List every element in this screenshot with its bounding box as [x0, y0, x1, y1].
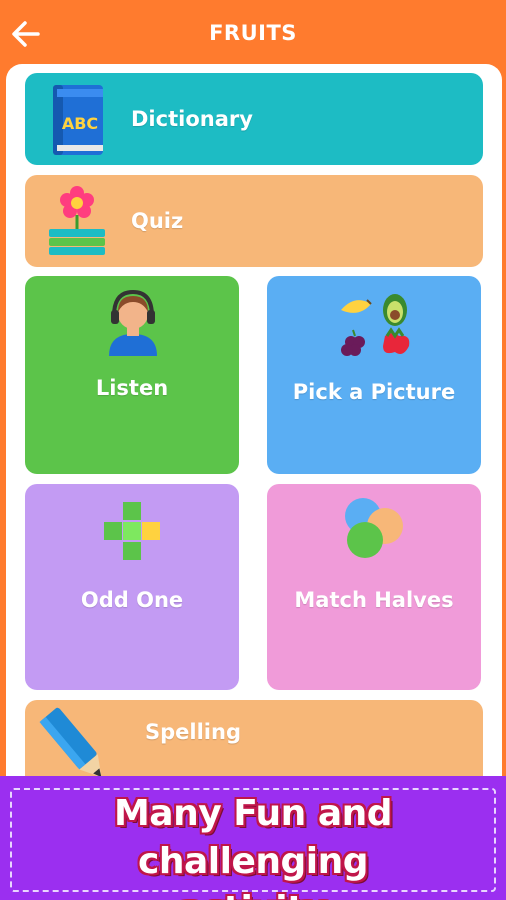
- odd-one-card[interactable]: Odd One: [25, 484, 239, 690]
- activity-panel: ABC Dictionary Quiz Listen Pick a Pictur…: [6, 64, 502, 824]
- quiz-label: Quiz: [131, 209, 184, 233]
- quiz-card[interactable]: Quiz: [25, 175, 483, 267]
- headphones-person-icon: [109, 289, 157, 356]
- match-halves-label: Match Halves: [294, 588, 454, 612]
- pick-a-picture-label: Pick a Picture: [292, 380, 456, 404]
- pick-a-picture-card[interactable]: Pick a Picture: [267, 276, 481, 474]
- listen-label: Listen: [95, 376, 169, 400]
- flower-books-icon: [49, 186, 105, 255]
- match-halves-card[interactable]: Match Halves: [267, 484, 481, 690]
- overlapping-circles-icon: [345, 498, 403, 558]
- odd-one-label: Odd One: [80, 588, 184, 612]
- abc-book-icon: ABC: [53, 85, 103, 155]
- cross-blocks-icon: [104, 502, 160, 560]
- dictionary-label: Dictionary: [131, 107, 253, 131]
- promo-banner: Many Fun and challenging activity: [0, 776, 506, 900]
- top-app-bar: FRUITS: [0, 0, 506, 66]
- page-title: FRUITS: [209, 21, 297, 45]
- svg-text:ABC: ABC: [62, 114, 98, 133]
- banner-text: Many Fun and challenging activity: [0, 790, 506, 900]
- listen-card[interactable]: Listen: [25, 276, 239, 474]
- spelling-label: Spelling: [145, 720, 241, 744]
- fruits-grid-icon: [341, 294, 410, 356]
- banner-line-2: activity: [0, 886, 506, 900]
- banner-line-1: Many Fun and challenging: [113, 793, 393, 882]
- dictionary-card[interactable]: ABC Dictionary: [25, 73, 483, 165]
